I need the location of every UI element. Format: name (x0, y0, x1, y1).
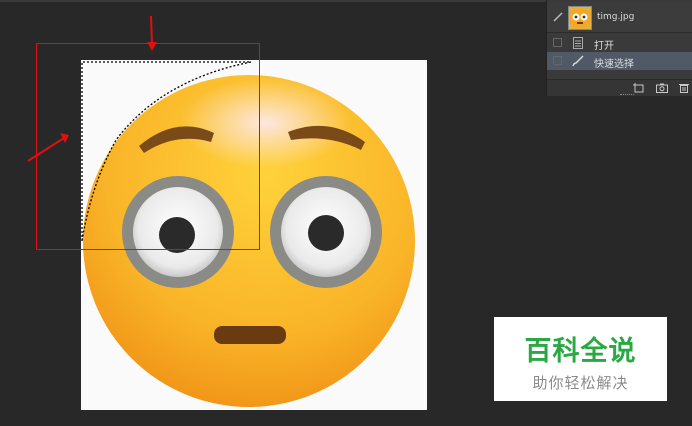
history-brush-checkbox[interactable] (553, 56, 562, 65)
history-panel: timg.jpg 打开 快速选择 (546, 0, 692, 96)
history-snapshot[interactable]: timg.jpg (547, 2, 692, 33)
history-panel-footer (547, 79, 692, 96)
snapshot-name: timg.jpg (597, 12, 635, 22)
history-state-open[interactable]: 打开 (547, 34, 692, 52)
watermark-logo: 百科全说 助你轻松解决 (494, 317, 667, 401)
camera-icon[interactable] (656, 83, 668, 93)
history-state-label: 打开 (594, 41, 614, 52)
annotation-box (36, 43, 260, 250)
document-icon (573, 37, 583, 49)
panel-resize-grip[interactable] (620, 94, 634, 97)
quick-selection-brush-icon (572, 55, 584, 67)
history-state-quick-selection[interactable]: 快速选择 (547, 52, 692, 70)
trash-icon[interactable] (679, 83, 689, 93)
history-brush-source-icon[interactable] (553, 12, 563, 22)
watermark-title: 百科全说 (524, 336, 637, 367)
new-document-from-state-icon[interactable] (633, 83, 644, 93)
snapshot-thumbnail (568, 6, 592, 30)
watermark-subtitle: 助你轻松解决 (532, 374, 629, 392)
history-brush-checkbox[interactable] (553, 38, 562, 47)
history-state-label: 快速选择 (594, 59, 634, 70)
